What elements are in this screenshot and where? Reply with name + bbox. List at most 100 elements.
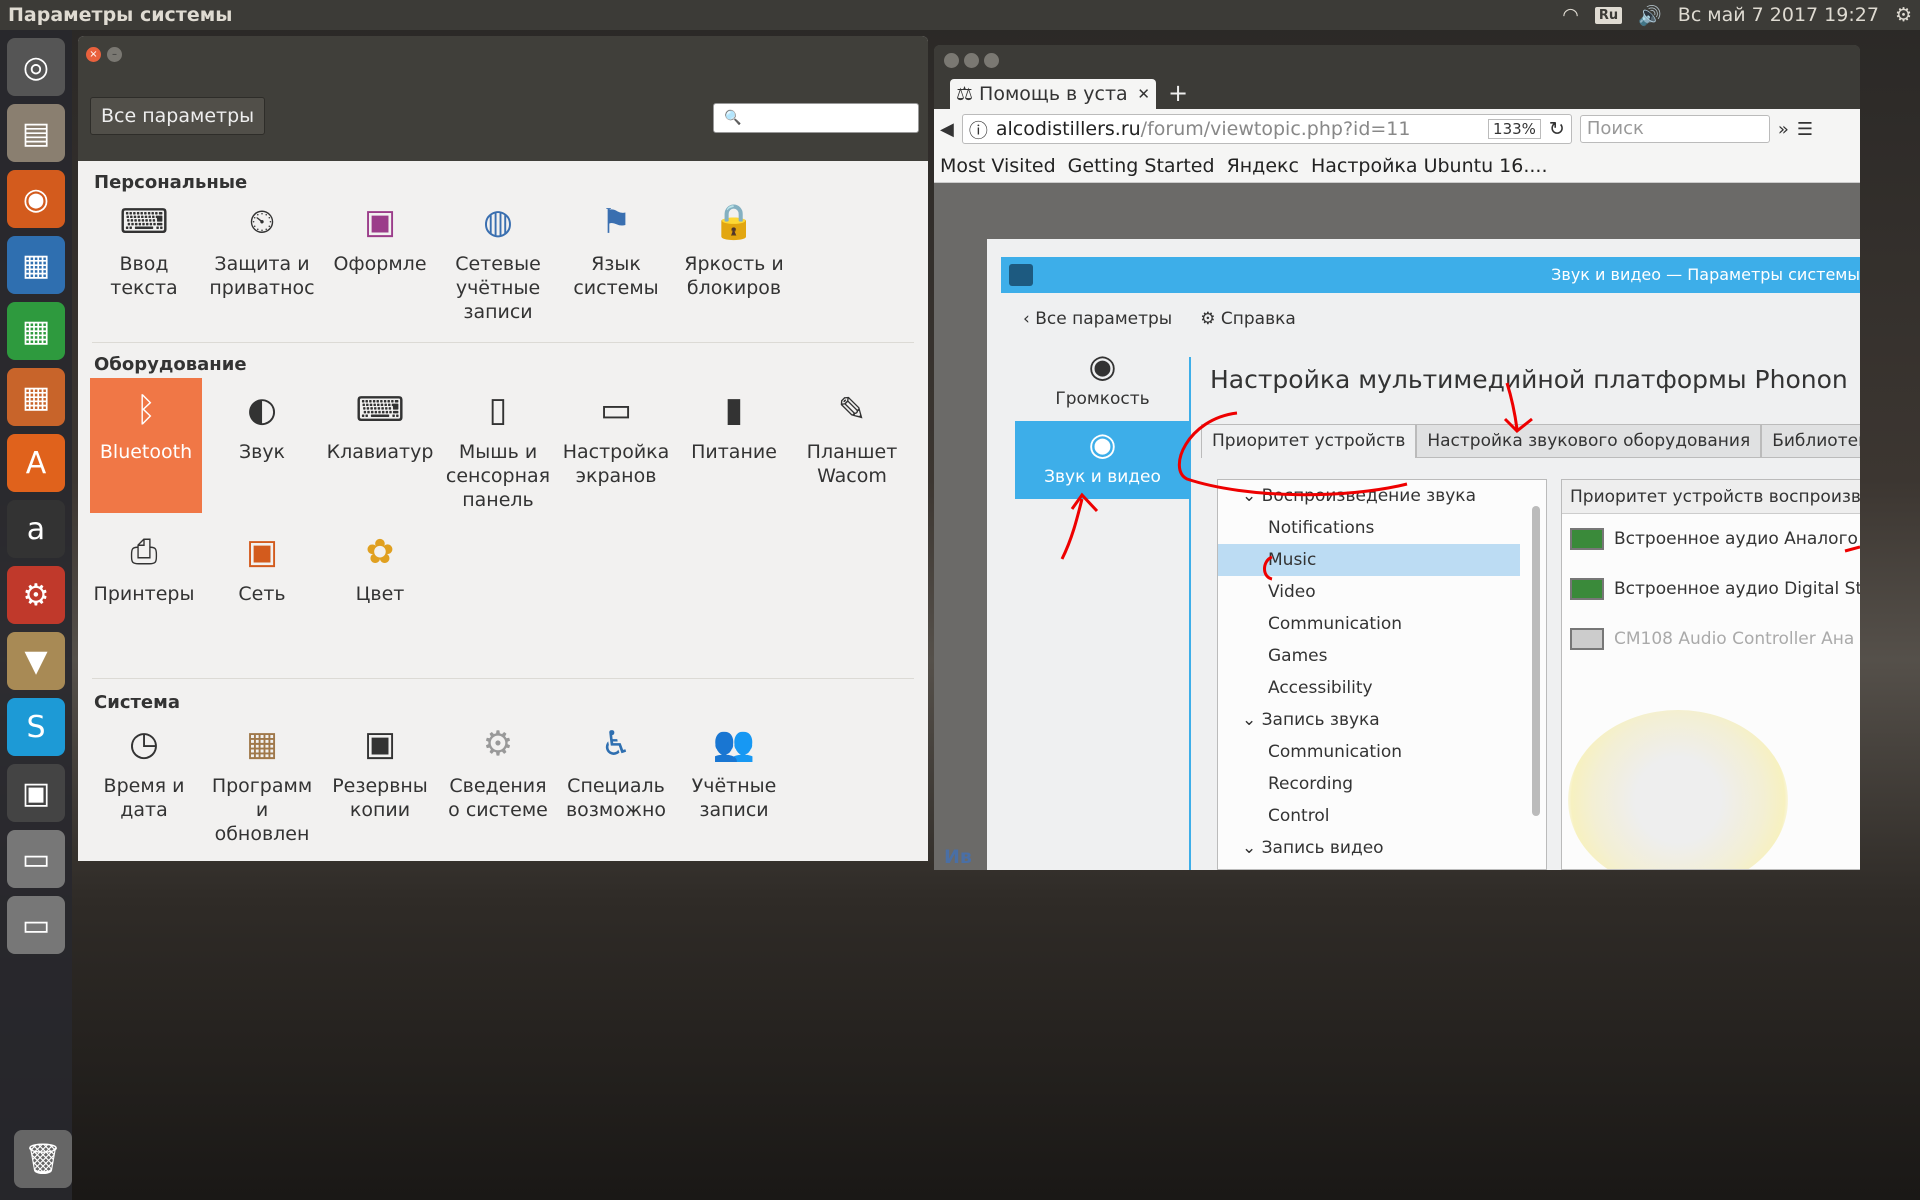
user-accounts-icon: 👥	[712, 724, 756, 764]
tree-node[interactable]: Communication	[1218, 736, 1546, 768]
minimize-button[interactable]	[964, 53, 979, 68]
tree-node[interactable]: ⌄ Запись видео	[1218, 832, 1546, 864]
maximize-button[interactable]	[984, 53, 999, 68]
sidebar-item-volume[interactable]: ◉ Громкость	[1015, 343, 1190, 421]
item-software-updates[interactable]: ▦ Программ и обновлен	[206, 720, 318, 846]
item-power[interactable]: ▮ Питание	[678, 386, 790, 464]
item-bluetooth[interactable]: ᛒ Bluetooth	[90, 378, 202, 513]
item-backups[interactable]: ▣ Резервны копии	[324, 720, 436, 822]
item-wacom[interactable]: ✎ Планшет Wacom	[796, 386, 908, 488]
overflow-icon[interactable]: »	[1778, 119, 1789, 140]
tree-node[interactable]: Accessibility	[1218, 672, 1546, 704]
close-tab-icon[interactable]: ✕	[1137, 85, 1150, 103]
item-network[interactable]: ▣ Сеть	[206, 528, 318, 606]
menu-icon[interactable]: ☰	[1797, 119, 1813, 140]
drive-icon[interactable]: ▭	[7, 830, 65, 888]
item-printers[interactable]: ⎙ Принтеры	[88, 528, 200, 606]
skype-icon[interactable]: S	[7, 698, 65, 756]
mouse-icon: ▯	[488, 390, 508, 430]
system-tray: ◠ Ru 🔊 Вс май 7 2017 19:27 ⚙	[1562, 4, 1912, 27]
drive-icon[interactable]: ▭	[7, 896, 65, 954]
gear-icon[interactable]: ⚙	[1895, 4, 1912, 26]
tree-node[interactable]: ⌄ Воспроизведение звука	[1218, 480, 1546, 512]
tree-node[interactable]: Control	[1218, 800, 1546, 832]
item-displays[interactable]: ▭ Настройка экранов	[560, 386, 672, 488]
section-hardware: Оборудование	[94, 354, 247, 375]
search-input[interactable]: Поиск	[1579, 115, 1770, 143]
bookmarks-toolbar: Most Visited Getting Started Яндекс Наст…	[934, 149, 1860, 183]
item-system-info[interactable]: ⚙ Сведения о системе	[442, 720, 554, 822]
volume-icon[interactable]: 🔊	[1638, 4, 1662, 27]
zoom-indicator[interactable]: 133%	[1488, 119, 1541, 139]
item-user-accounts[interactable]: 👥 Учётные записи	[678, 720, 790, 822]
trash-icon[interactable]: 🗑	[14, 1130, 72, 1188]
reload-icon[interactable]: ↻	[1549, 118, 1565, 140]
bookmark-ubuntu-setup[interactable]: Настройка Ubuntu 16....	[1311, 155, 1548, 177]
scrollbar[interactable]	[1532, 506, 1540, 816]
window-titlebar	[934, 45, 1860, 75]
tree-node[interactable]: Video	[1218, 576, 1546, 608]
back-button[interactable]: ‹ Все параметры	[1023, 309, 1172, 329]
tab-audio-hardware[interactable]: Настройка звукового оборудования	[1416, 424, 1762, 458]
tree-node[interactable]: ⌄ Запись звука	[1218, 704, 1546, 736]
tree-node[interactable]: Communication	[1218, 608, 1546, 640]
tree-node[interactable]: Games	[1218, 640, 1546, 672]
page-favicon: ⚖	[956, 83, 974, 105]
back-icon[interactable]: ◀	[940, 119, 954, 140]
ubuntu-icon[interactable]: ◎	[7, 38, 65, 96]
help-button[interactable]: ⚙ Справка	[1200, 309, 1296, 329]
item-text-entry[interactable]: ⌨ Ввод текста	[88, 198, 200, 300]
bookmark-getting-started[interactable]: Getting Started	[1068, 155, 1215, 177]
minimize-button[interactable]: –	[107, 47, 122, 62]
item-time-date[interactable]: ◷ Время и дата	[88, 720, 200, 822]
amazon-icon[interactable]: a	[7, 500, 65, 558]
url-bar[interactable]: ⓘ alcodistillers.ru/forum/viewtopic.php?…	[961, 114, 1572, 144]
clock[interactable]: Вс май 7 2017 19:27	[1678, 4, 1879, 26]
item-accessibility[interactable]: ♿ Специаль возможно	[560, 720, 672, 822]
speaker-icon	[1568, 710, 1788, 869]
tab-device-priority[interactable]: Приоритет устройств	[1201, 424, 1417, 458]
language-icon: ⚑	[600, 202, 632, 242]
close-button[interactable]: ×	[86, 47, 101, 62]
new-tab-button[interactable]: +	[1168, 79, 1188, 107]
calc-icon[interactable]: ▦	[7, 302, 65, 360]
bookmark-most-visited[interactable]: Most Visited	[940, 155, 1056, 177]
software-center-icon[interactable]: A	[7, 434, 65, 492]
item-appearance[interactable]: ▣ Оформле	[324, 198, 436, 276]
tree-node-selected[interactable]: Music	[1218, 544, 1520, 576]
list-item[interactable]: Встроенное аудио Digital St	[1562, 564, 1860, 614]
impress-icon[interactable]: ▦	[7, 368, 65, 426]
tab-backends[interactable]: Библиотеки	[1761, 424, 1860, 458]
keyboard-layout-indicator[interactable]: Ru	[1594, 6, 1623, 24]
bookmark-yandex[interactable]: Яндекс	[1227, 155, 1299, 177]
info-icon[interactable]: ⓘ	[969, 116, 988, 143]
item-language[interactable]: ⚑ Язык системы	[560, 198, 672, 300]
settings-icon[interactable]: ⚙	[7, 566, 65, 624]
sidebar-item-multimedia[interactable]: ◉ Звук и видео	[1015, 421, 1190, 499]
save-icon[interactable]: ▣	[7, 764, 65, 822]
item-privacy[interactable]: ⏲ Защита и приватнос	[206, 198, 318, 300]
item-brightness-lock[interactable]: 🔒 Яркость и блокиров	[678, 198, 790, 300]
list-item[interactable]: Встроенное аудио Аналого	[1562, 514, 1860, 564]
item-sound[interactable]: ◐ Звук	[206, 386, 318, 464]
wifi-icon[interactable]: ◠	[1562, 4, 1579, 26]
network-icon: ▣	[245, 532, 279, 572]
tree-node[interactable]: Recording	[1218, 768, 1546, 800]
files-icon[interactable]: ▤	[7, 104, 65, 162]
item-color[interactable]: ✿ Цвет	[324, 528, 436, 606]
writer-icon[interactable]: ▦	[7, 236, 65, 294]
browser-tab[interactable]: ⚖ Помощь в уста ✕	[950, 79, 1156, 109]
list-item[interactable]: CM108 Audio Controller Ана	[1562, 614, 1860, 664]
sound-card-icon	[1570, 578, 1604, 600]
settings-toolbar: Все параметры 🔍	[78, 73, 928, 161]
search-input[interactable]: 🔍	[713, 103, 919, 133]
tree-node[interactable]: Notifications	[1218, 512, 1546, 544]
item-mouse[interactable]: ▯ Мышь и сенсорная панель	[442, 386, 554, 512]
close-button[interactable]	[944, 53, 959, 68]
firefox-icon[interactable]: ◉	[7, 170, 65, 228]
all-settings-button[interactable]: Все параметры	[90, 97, 266, 135]
navigation-toolbar: ◀ ⓘ alcodistillers.ru/forum/viewtopic.ph…	[934, 109, 1860, 149]
archive-icon[interactable]: ▼	[7, 632, 65, 690]
item-keyboard[interactable]: ⌨ Клавиатур	[324, 386, 436, 464]
item-online-accounts[interactable]: ◍ Сетевые учётные записи	[442, 198, 554, 324]
